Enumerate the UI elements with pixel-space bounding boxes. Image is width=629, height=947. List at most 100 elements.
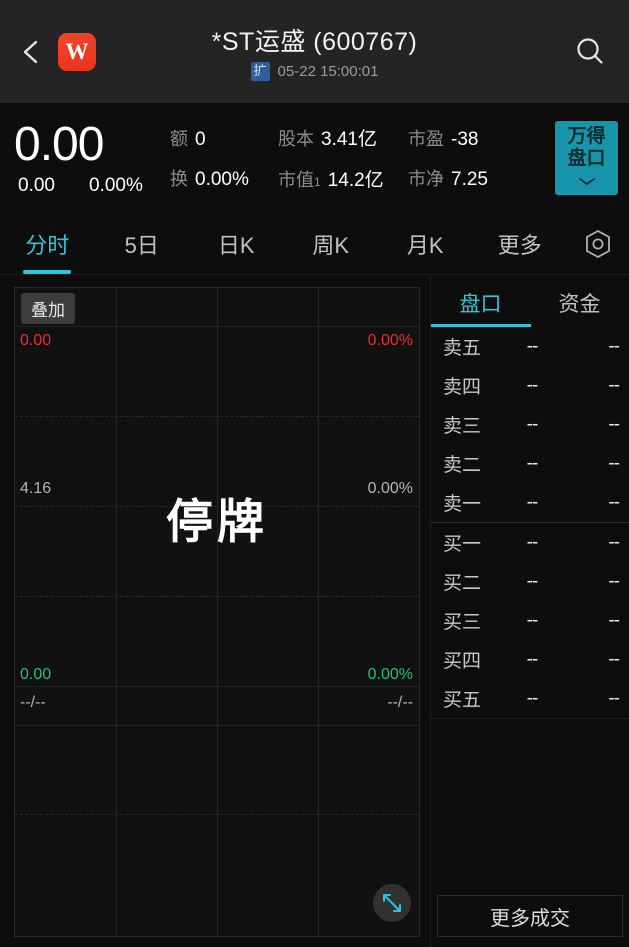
order-book-panel: 盘口 资金 卖五 -- -- 卖四 -- -- 卖三 -- -- 卖二 -- -… bbox=[430, 275, 629, 947]
quote-timestamp: 05-22 15:00:01 bbox=[277, 63, 379, 80]
page-title: *ST运盛 (600767) bbox=[211, 28, 418, 57]
tab-label: 月K bbox=[406, 232, 444, 258]
grid-line-horizontal bbox=[15, 814, 419, 815]
intraday-chart[interactable]: 叠加 0.00 0.00% 4.16 0.00% 0.00 0.00% --/-… bbox=[14, 287, 420, 937]
back-button[interactable] bbox=[18, 37, 44, 67]
stat-value: 7.25 bbox=[451, 169, 488, 190]
stat-pb-ratio: 市净 7.25 bbox=[408, 165, 518, 191]
volume-label-left: --/-- bbox=[20, 694, 46, 711]
table-row[interactable]: 卖四 -- -- bbox=[431, 366, 629, 405]
table-row[interactable]: 卖五 -- -- bbox=[431, 327, 629, 366]
header-right-group bbox=[573, 35, 629, 69]
table-row[interactable]: 买三 -- -- bbox=[431, 601, 629, 640]
table-row[interactable]: 买四 -- -- bbox=[431, 640, 629, 679]
stat-label: 市盈 bbox=[408, 129, 444, 149]
level-price: -- bbox=[526, 531, 539, 553]
price-change: 0.00 bbox=[18, 175, 55, 196]
tab-five-day[interactable]: 5日 bbox=[95, 213, 190, 274]
level-label: 买四 bbox=[443, 651, 482, 672]
level-label: 买五 bbox=[443, 690, 482, 711]
level-label: 卖五 bbox=[443, 338, 482, 359]
stat-value: 0 bbox=[195, 129, 206, 150]
level-price: -- bbox=[526, 570, 539, 592]
wind-logo-letter: W bbox=[65, 39, 89, 64]
quote-stats: 额 0 换 0.00% 股本 3.41亿 市值1 14.2亿 市盈 -38 市净… bbox=[170, 124, 555, 192]
level-label: 买二 bbox=[443, 573, 482, 594]
table-row[interactable]: 卖二 -- -- bbox=[431, 444, 629, 483]
wind-logo[interactable]: W bbox=[58, 32, 96, 71]
tab-capital-flow[interactable]: 资金 bbox=[530, 288, 629, 327]
grid-line-horizontal bbox=[15, 416, 419, 417]
app-header: W *ST运盛 (600767) 扩 05-22 15:00:01 bbox=[0, 0, 629, 103]
stat-label-superscript: 1 bbox=[314, 175, 321, 189]
level-price: -- bbox=[526, 335, 539, 357]
overlay-button[interactable]: 叠加 bbox=[21, 293, 75, 324]
wind-button-line2: 盘口 bbox=[567, 147, 606, 169]
intraday-chart-panel: 叠加 0.00 0.00% 4.16 0.00% 0.00 0.00% --/-… bbox=[0, 275, 430, 947]
more-trades-button[interactable]: 更多成交 bbox=[437, 895, 623, 937]
stat-market-cap: 市值1 14.2亿 bbox=[278, 165, 408, 192]
level-volume: -- bbox=[608, 570, 620, 592]
chart-label-bottom-left: 0.00 bbox=[20, 666, 52, 683]
chart-period-tabs: 分时 5日 日K 周K 月K 更多 bbox=[0, 213, 629, 275]
grid-line-vertical bbox=[116, 288, 117, 936]
wind-orderbook-button[interactable]: 万得 盘口 bbox=[555, 121, 618, 195]
chart-label-top-left: 0.00 bbox=[20, 332, 52, 349]
panel-tab-label: 资金 bbox=[558, 293, 601, 316]
stat-label: 股本 bbox=[278, 129, 314, 149]
grid-line-horizontal bbox=[15, 725, 419, 726]
level-label: 卖一 bbox=[443, 494, 482, 515]
trading-halted-notice: 停牌 bbox=[166, 495, 268, 548]
tab-daily-k[interactable]: 日K bbox=[189, 213, 284, 274]
ask-rows: 卖五 -- -- 卖四 -- -- 卖三 -- -- 卖二 -- -- 卖一 -… bbox=[431, 327, 629, 523]
tab-label: 更多 bbox=[497, 232, 542, 258]
tab-label: 周K bbox=[312, 232, 350, 258]
header-left-group: W bbox=[0, 32, 96, 71]
tab-order-book[interactable]: 盘口 bbox=[431, 288, 530, 327]
stat-value: 14.2亿 bbox=[327, 170, 384, 191]
table-row[interactable]: 买二 -- -- bbox=[431, 562, 629, 601]
quote-bar: 0.00 0.00 0.00% 额 0 换 0.00% 股本 3.41亿 市值1… bbox=[0, 103, 629, 213]
tab-label: 5日 bbox=[124, 232, 159, 258]
divider bbox=[431, 718, 629, 719]
level-label: 卖四 bbox=[443, 377, 482, 398]
level-volume: -- bbox=[608, 687, 620, 709]
stat-value: 0.00% bbox=[195, 169, 249, 190]
search-icon[interactable] bbox=[573, 35, 607, 69]
expand-diagonal-icon[interactable] bbox=[373, 884, 411, 922]
tab-intraday[interactable]: 分时 bbox=[0, 213, 95, 274]
wind-button-line1: 万得 bbox=[567, 125, 606, 147]
level-label: 买三 bbox=[443, 612, 482, 633]
grid-line-vertical bbox=[318, 288, 319, 936]
content-area: 叠加 0.00 0.00% 4.16 0.00% 0.00 0.00% --/-… bbox=[0, 275, 629, 947]
level-volume: -- bbox=[608, 531, 620, 553]
tab-monthly-k[interactable]: 月K bbox=[378, 213, 473, 274]
stock-detail-screen: W *ST运盛 (600767) 扩 05-22 15:00:01 0.00 0… bbox=[0, 0, 629, 947]
tab-more[interactable]: 更多 bbox=[473, 213, 568, 274]
table-row[interactable]: 卖三 -- -- bbox=[431, 405, 629, 444]
level-price: -- bbox=[526, 413, 539, 435]
chevron-down-icon bbox=[577, 173, 597, 191]
level-label: 买一 bbox=[443, 534, 482, 555]
last-price: 0.00 bbox=[14, 118, 104, 171]
level-price: -- bbox=[526, 452, 539, 474]
level-volume: -- bbox=[608, 491, 620, 513]
table-row[interactable]: 买一 -- -- bbox=[431, 523, 629, 562]
level-price: -- bbox=[526, 648, 539, 670]
order-book: 卖五 -- -- 卖四 -- -- 卖三 -- -- 卖二 -- -- 卖一 -… bbox=[431, 327, 629, 947]
level-volume: -- bbox=[608, 609, 620, 631]
stat-label: 市净 bbox=[408, 169, 444, 189]
tab-weekly-k[interactable]: 周K bbox=[284, 213, 379, 274]
level-price: -- bbox=[526, 687, 539, 709]
price-change-percent: 0.00% bbox=[88, 175, 143, 196]
level-volume: -- bbox=[608, 452, 620, 474]
stat-turnover-amount: 额 0 bbox=[170, 125, 278, 151]
chart-label-bottom-right: 0.00% bbox=[367, 666, 413, 683]
panel-tab-label: 盘口 bbox=[459, 293, 502, 316]
table-row[interactable]: 卖一 -- -- bbox=[431, 483, 629, 522]
gear-hex-icon[interactable] bbox=[567, 228, 629, 260]
panel-spacer bbox=[431, 727, 629, 895]
chart-label-top-right: 0.00% bbox=[367, 332, 413, 349]
price-change-row: 0.00 0.00% bbox=[14, 175, 170, 197]
table-row[interactable]: 买五 -- -- bbox=[431, 679, 629, 718]
